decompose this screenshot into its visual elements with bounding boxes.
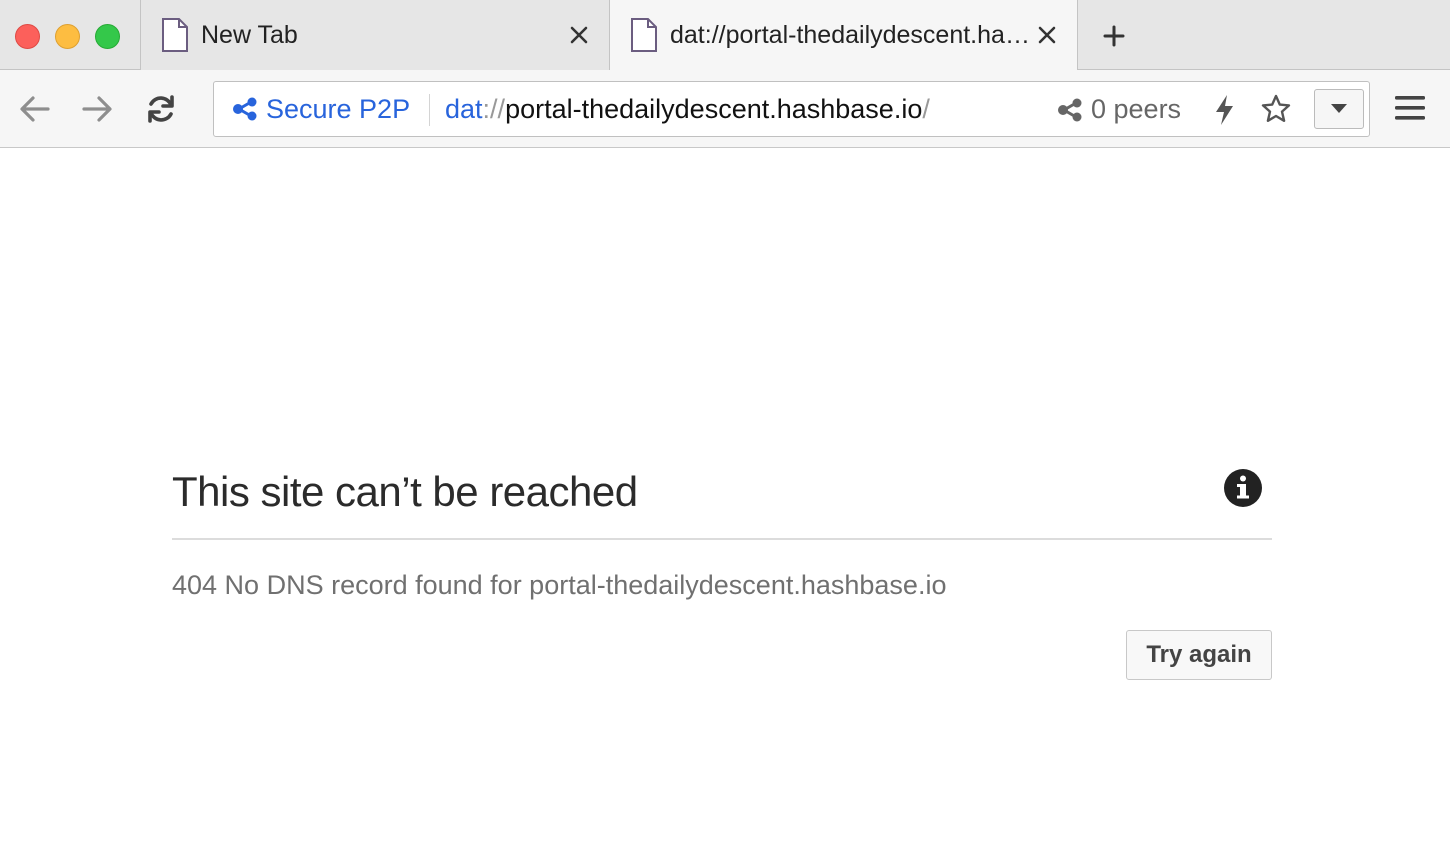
- try-again-button[interactable]: Try again: [1126, 630, 1272, 680]
- arrow-right-icon[interactable]: [80, 92, 114, 126]
- error-divider: [172, 538, 1272, 540]
- url-text[interactable]: dat://portal-thedailydescent.hashbase.io…: [445, 94, 930, 125]
- error-title: This site can’t be reached: [172, 468, 638, 515]
- address-bar[interactable]: Secure P2P dat://portal-thedailydescent.…: [213, 81, 1370, 137]
- window-minimize-button[interactable]: [55, 24, 80, 49]
- caret-down-icon: [1331, 104, 1347, 113]
- tab-new-tab[interactable]: New Tab: [140, 0, 610, 70]
- url-trailing: /: [922, 94, 930, 124]
- url-separator: ://: [482, 94, 506, 124]
- url-protocol: dat: [445, 94, 483, 124]
- tab-strip: New Tab dat://portal-thedailydescent.has…: [0, 0, 1450, 71]
- close-tab-icon[interactable]: [568, 24, 590, 46]
- secure-label: Secure P2P: [266, 93, 411, 124]
- reload-icon[interactable]: [144, 92, 178, 126]
- nav-toolbar: Secure P2P dat://portal-thedailydescent.…: [0, 70, 1450, 148]
- error-message: 404 No DNS record found for portal-theda…: [172, 570, 947, 600]
- share-nodes-icon: [1058, 98, 1082, 121]
- peers-count: 0 peers: [1091, 94, 1182, 124]
- arrow-left-icon[interactable]: [18, 92, 52, 126]
- site-menu-dropdown-button[interactable]: [1314, 89, 1364, 129]
- secure-p2p-indicator[interactable]: Secure P2P: [232, 94, 410, 124]
- page-icon: [631, 18, 657, 52]
- window-maximize-button[interactable]: [95, 24, 120, 49]
- info-circle-icon[interactable]: [1224, 469, 1262, 507]
- plus-icon[interactable]: [1102, 24, 1126, 48]
- tab-title: dat://portal-thedailydescent.hashbase.io…: [670, 21, 1042, 49]
- star-icon[interactable]: [1260, 93, 1292, 125]
- lightning-bolt-icon[interactable]: [1212, 94, 1238, 126]
- address-divider: [429, 94, 430, 126]
- tab-active[interactable]: dat://portal-thedailydescent.hashbase.io…: [609, 0, 1078, 71]
- page-icon: [162, 18, 188, 52]
- peers-indicator[interactable]: 0 peers: [1057, 94, 1181, 125]
- hamburger-menu-icon[interactable]: [1394, 94, 1426, 122]
- tab-title: New Tab: [201, 21, 298, 49]
- close-tab-icon[interactable]: [1036, 24, 1058, 46]
- share-nodes-icon: [233, 97, 257, 121]
- window-close-button[interactable]: [15, 24, 40, 49]
- url-host: portal-thedailydescent.hashbase.io: [505, 94, 923, 124]
